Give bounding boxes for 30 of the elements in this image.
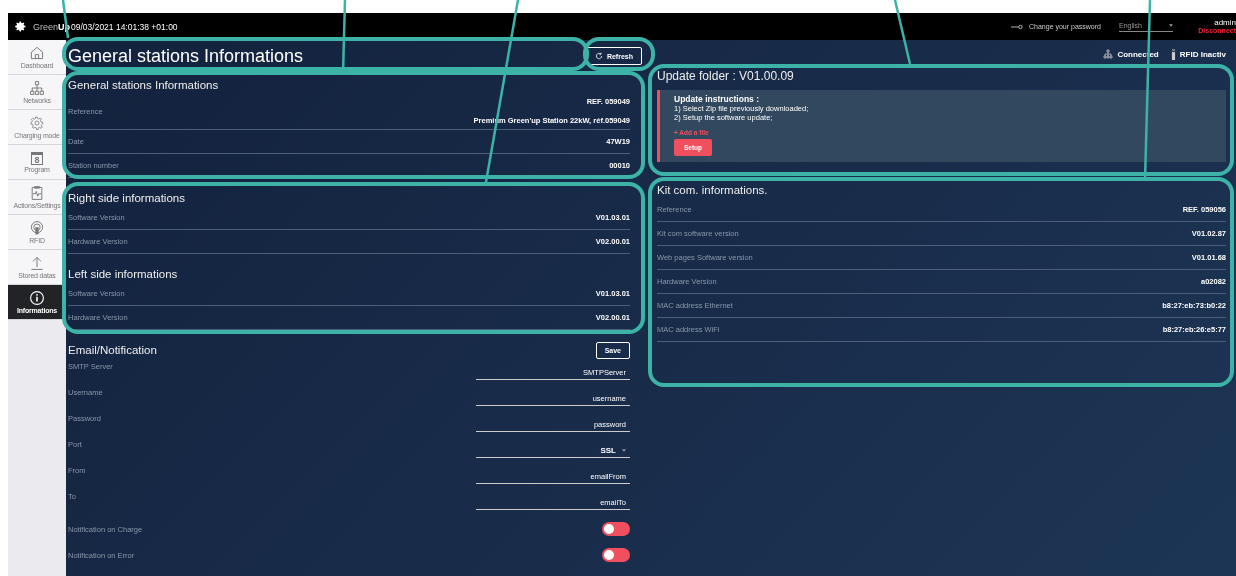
section-title: General stations Informations (68, 78, 220, 93)
rfid-status: RFID Inactiv (1179, 49, 1226, 59)
network-icon (1103, 49, 1114, 59)
section-title: Update folder : V01.00.09 (657, 68, 795, 84)
section-title: Email/Notification (68, 343, 157, 358)
page-title: General stations Informations (68, 45, 304, 67)
gear-icon (29, 115, 45, 131)
network-icon (29, 80, 45, 96)
upload-icon (29, 255, 45, 271)
date-time: 09/03/2021 14:01:38 +01:00 (71, 21, 178, 32)
section-title: Right side informations (68, 191, 186, 206)
card-icon (1170, 48, 1176, 60)
section-title: Kit com. informations. (657, 183, 769, 198)
clipboard-icon (29, 185, 45, 201)
caret-icon (1169, 23, 1173, 27)
user-name: admin (1214, 19, 1236, 27)
caret-icon (622, 449, 626, 452)
refresh-icon (594, 52, 603, 60)
house-icon (29, 45, 45, 61)
section-title: Left side informations (68, 267, 179, 282)
toggle-switch[interactable] (602, 522, 630, 536)
rfid-icon (29, 220, 45, 236)
port-select[interactable]: SSL (476, 440, 630, 458)
key-icon (1011, 23, 1023, 30)
toggle-switch[interactable] (602, 548, 630, 562)
leader-line (893, 0, 912, 65)
info-icon (29, 290, 45, 306)
calendar-icon: 8 (31, 151, 43, 165)
settings-icon[interactable] (14, 20, 27, 33)
instructions-title: Update instructions : (674, 95, 759, 104)
